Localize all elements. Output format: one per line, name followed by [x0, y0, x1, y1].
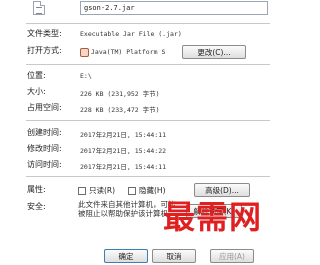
security-label: 安全: [27, 202, 46, 211]
divider [26, 120, 270, 121]
open-with-label: 打开方式: [27, 46, 62, 55]
cancel-button[interactable]: 取消 [152, 249, 196, 263]
security-message-line2: 被阻止以帮助保护该计算机。 [78, 209, 176, 218]
open-with-value: Java(TM) Platform S [91, 48, 166, 56]
modified-value: 2017年2月21日, 15:44:22 [80, 147, 167, 155]
ok-button[interactable]: 确定 [104, 249, 148, 263]
created-value: 2017年2月21日, 15:44:11 [80, 131, 167, 139]
hidden-checkbox-label: 隐藏(H) [139, 186, 166, 195]
hidden-checkbox-box[interactable] [128, 186, 136, 195]
accessed-label: 访问时间: [27, 160, 62, 169]
security-message-line1: 此文件来自其他计算机，可能 [78, 200, 176, 209]
readonly-checkbox-box[interactable] [78, 186, 86, 195]
readonly-checkbox-label: 只读(R) [89, 186, 116, 195]
divider [26, 64, 270, 65]
java-icon [80, 47, 89, 57]
created-label: 创建时间: [27, 128, 62, 137]
watermark-logo: 最需网 [163, 198, 263, 236]
security-message: 此文件来自其他计算机，可能 被阻止以帮助保护该计算机。 [78, 200, 176, 218]
location-value: E:\ [80, 72, 92, 80]
jar-file-icon [33, 1, 45, 15]
file-type-label: 文件类型: [27, 29, 62, 38]
change-button[interactable]: 更改(C)... [182, 45, 246, 59]
size-on-disk-value: 228 KB (233,472 字节) [80, 106, 160, 114]
modified-label: 修改时间: [27, 144, 62, 153]
size-on-disk-label: 占用空间: [27, 103, 62, 112]
apply-button[interactable]: 应用(A) [210, 249, 254, 263]
divider [26, 176, 270, 177]
hidden-checkbox[interactable]: 隐藏(H) [128, 185, 166, 196]
attributes-label: 属性: [27, 185, 46, 194]
file-type-value: Executable Jar File (.jar) [80, 30, 182, 38]
location-label: 位置: [27, 71, 46, 80]
accessed-value: 2017年2月21日, 15:44:11 [80, 163, 167, 171]
divider [26, 23, 270, 24]
size-label: 大小: [27, 87, 46, 96]
size-value: 226 KB (231,952 字节) [80, 90, 160, 98]
open-with-value-group: Java(TM) Platform S [80, 46, 165, 58]
readonly-checkbox[interactable]: 只读(R) [78, 185, 115, 196]
filename-field[interactable]: gson-2.7.jar [80, 1, 268, 15]
